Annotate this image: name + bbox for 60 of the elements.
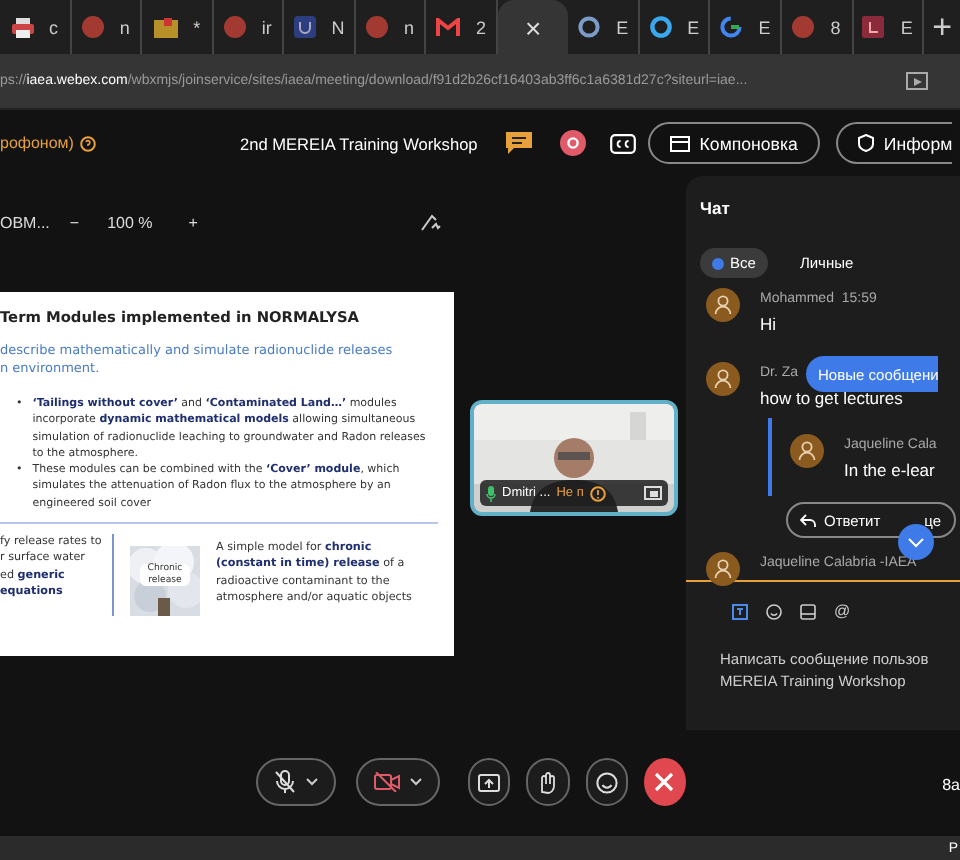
share-icon xyxy=(478,773,501,791)
screen-icon[interactable] xyxy=(644,486,662,500)
raise-hand-button[interactable] xyxy=(526,758,570,806)
emoji-icon[interactable] xyxy=(766,603,782,619)
microphone-icon xyxy=(486,485,496,501)
share-button[interactable] xyxy=(468,758,511,806)
leave-button[interactable] xyxy=(643,758,686,806)
reply-icon xyxy=(800,513,816,527)
format-icon[interactable] xyxy=(732,603,748,619)
zoom-in-button[interactable]: + xyxy=(188,214,198,232)
chevron-down-icon xyxy=(908,537,924,547)
help-icon[interactable] xyxy=(79,135,96,151)
circle-icon xyxy=(366,16,388,38)
mute-button[interactable] xyxy=(256,758,336,806)
avatar-icon xyxy=(790,434,824,468)
meeting-title: 2nd MEREIA Training Workshop xyxy=(239,133,478,153)
clock-text: 8a xyxy=(942,776,960,794)
avatar-icon xyxy=(706,362,740,396)
caret-icon xyxy=(410,778,422,786)
layout-icon xyxy=(669,135,690,151)
circle-icon xyxy=(81,16,104,38)
envelope-icon xyxy=(436,18,461,36)
message-text: In the e-lear xyxy=(844,460,935,480)
muted-microphone-icon xyxy=(274,770,296,794)
cast-icon[interactable] xyxy=(906,71,928,91)
record-icon[interactable] xyxy=(559,130,586,156)
square-icon xyxy=(862,16,885,38)
avatar-icon xyxy=(706,288,740,322)
camera-button[interactable] xyxy=(356,758,440,806)
audio-note: рофоном) xyxy=(0,134,74,152)
ring-icon xyxy=(649,16,672,38)
chat-title: Чат xyxy=(698,196,732,218)
reactions-button[interactable] xyxy=(585,758,628,806)
ring-icon xyxy=(578,16,601,38)
zoom-level: 100 % xyxy=(107,214,153,232)
mention-button[interactable]: @ xyxy=(834,602,851,620)
captions-icon[interactable] xyxy=(609,133,636,153)
view-label[interactable]: ОВМ... xyxy=(0,214,50,232)
layout-button[interactable]: Компоновка xyxy=(647,122,820,164)
g-icon xyxy=(720,16,743,38)
browser-tab[interactable]: × xyxy=(497,0,569,54)
circle-icon xyxy=(792,16,815,38)
warning-icon xyxy=(589,485,606,501)
circle-icon xyxy=(223,16,246,38)
printer-icon xyxy=(11,17,34,37)
chat-icon[interactable] xyxy=(505,132,532,154)
smiley-icon xyxy=(595,771,618,793)
zoom-out-button[interactable]: − xyxy=(69,214,80,232)
close-icon xyxy=(654,772,675,792)
new-tab-button[interactable]: + xyxy=(924,7,960,47)
sticker-icon[interactable] xyxy=(800,603,816,619)
folder-icon xyxy=(153,17,178,37)
caret-icon xyxy=(306,778,318,786)
info-button[interactable]: Информ xyxy=(835,122,953,164)
camera-off-icon xyxy=(374,772,400,792)
message-text: how to get lectures xyxy=(760,388,903,408)
annotate-icon[interactable] xyxy=(419,214,442,232)
message-text: Hi xyxy=(760,314,777,334)
avatar-icon xyxy=(706,552,740,586)
hand-icon xyxy=(538,771,557,793)
